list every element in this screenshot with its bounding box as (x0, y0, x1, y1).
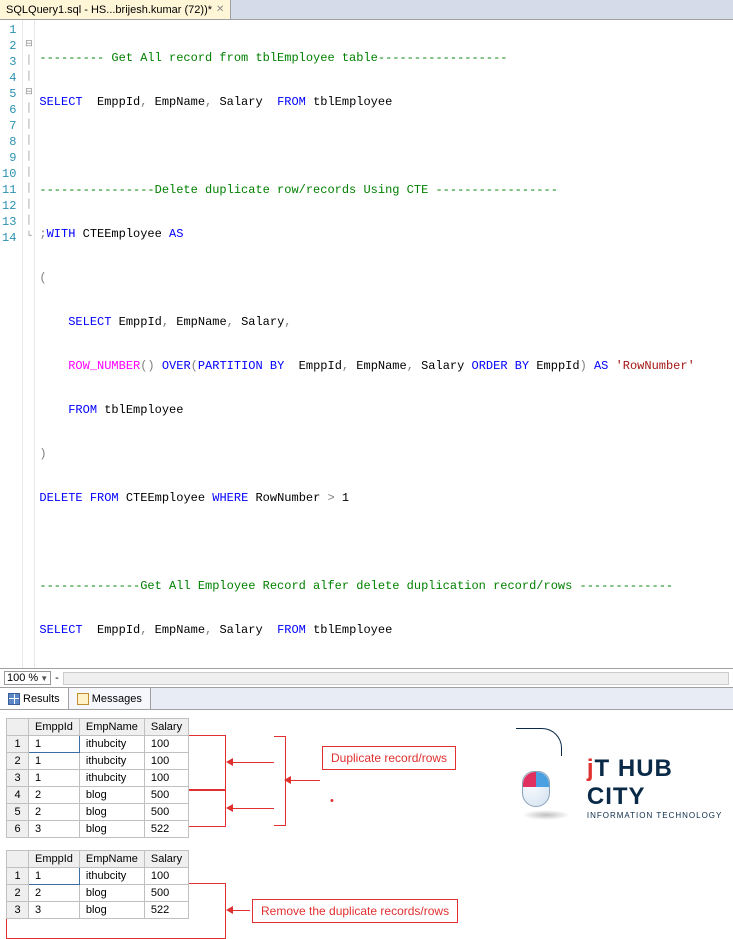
cell-salary[interactable]: 100 (144, 736, 188, 753)
table-row[interactable]: 42blog500 (7, 787, 189, 804)
editor-status-strip: 100 % ▼ - (0, 669, 733, 688)
col-empname[interactable]: EmpName (79, 719, 144, 736)
table-row[interactable]: 11ithubcity100 (7, 868, 189, 885)
cell-emppid[interactable]: 3 (29, 902, 80, 919)
col-emppid[interactable]: EmppId (29, 719, 80, 736)
zoom-dropdown[interactable]: 100 % ▼ (4, 671, 51, 685)
table-row[interactable]: 33blog522 (7, 902, 189, 919)
cell-emppid[interactable]: 1 (29, 753, 80, 770)
tab-messages[interactable]: Messages (69, 688, 151, 709)
table-row[interactable]: 52blog500 (7, 804, 189, 821)
horizontal-scrollbar[interactable] (63, 672, 729, 685)
results-panel: EmppId EmpName Salary 11ithubcity10021it… (0, 710, 733, 927)
cell-empname[interactable]: ithubcity (79, 770, 144, 787)
cell-empname[interactable]: blog (79, 885, 144, 902)
code-area[interactable]: --------- Get All record from tblEmploye… (35, 20, 733, 668)
cell-emppid[interactable]: 1 (29, 736, 80, 753)
cell-empname[interactable]: blog (79, 787, 144, 804)
ithubcity-logo: jT HUB CITY INFORMATION TECHNOLOGY (522, 750, 727, 830)
annotation-removed-label: Remove the duplicate records/rows (252, 899, 458, 923)
document-tab-bar: SQLQuery1.sql - HS...brijesh.kumar (72))… (0, 0, 733, 20)
zoom-dash: - (55, 672, 59, 684)
row-number: 2 (7, 753, 29, 770)
cell-emppid[interactable]: 1 (29, 868, 80, 885)
cell-emppid[interactable]: 2 (29, 885, 80, 902)
sql-editor[interactable]: 1234567 891011121314 ⊟││⊟││ ││││││└ ----… (0, 20, 733, 669)
cell-emppid[interactable]: 1 (29, 770, 80, 787)
cell-salary[interactable]: 100 (144, 753, 188, 770)
cell-salary[interactable]: 100 (144, 770, 188, 787)
row-number: 5 (7, 804, 29, 821)
red-dot: • (330, 795, 334, 807)
code-fold-gutter: ⊟││⊟││ ││││││└ (23, 20, 35, 668)
cell-salary[interactable]: 100 (144, 868, 188, 885)
cell-empname[interactable]: ithubcity (79, 736, 144, 753)
cell-emppid[interactable]: 3 (29, 821, 80, 838)
chevron-down-icon: ▼ (40, 674, 48, 683)
table-row[interactable]: 21ithubcity100 (7, 753, 189, 770)
cell-empname[interactable]: blog (79, 902, 144, 919)
table-row[interactable]: 31ithubcity100 (7, 770, 189, 787)
cell-empname[interactable]: blog (79, 821, 144, 838)
row-number: 1 (7, 736, 29, 753)
row-number: 3 (7, 770, 29, 787)
results-grid-1[interactable]: EmppId EmpName Salary 11ithubcity10021it… (6, 718, 189, 838)
row-number: 4 (7, 787, 29, 804)
col-empname[interactable]: EmpName (79, 851, 144, 868)
tab-results-label: Results (23, 693, 60, 705)
table-header-row: EmppId EmpName Salary (7, 851, 189, 868)
close-icon[interactable]: ✕ (216, 4, 224, 15)
col-salary[interactable]: Salary (144, 851, 188, 868)
zoom-value: 100 % (7, 672, 38, 684)
row-number: 2 (7, 885, 29, 902)
cell-empname[interactable]: ithubcity (79, 868, 144, 885)
annotation-duplicate-label: Duplicate record/rows (322, 746, 456, 770)
tab-messages-label: Messages (92, 693, 142, 705)
document-tab[interactable]: SQLQuery1.sql - HS...brijesh.kumar (72))… (0, 0, 231, 19)
cell-empname[interactable]: blog (79, 804, 144, 821)
results-tab-bar: Results Messages (0, 688, 733, 710)
row-number: 6 (7, 821, 29, 838)
cell-emppid[interactable]: 2 (29, 804, 80, 821)
cell-salary[interactable]: 522 (144, 821, 188, 838)
table-row[interactable]: 63blog522 (7, 821, 189, 838)
cell-salary[interactable]: 500 (144, 885, 188, 902)
table-header-row: EmppId EmpName Salary (7, 719, 189, 736)
table-row[interactable]: 11ithubcity100 (7, 736, 189, 753)
row-number: 1 (7, 868, 29, 885)
col-salary[interactable]: Salary (144, 719, 188, 736)
cell-salary[interactable]: 500 (144, 804, 188, 821)
cell-empname[interactable]: ithubcity (79, 753, 144, 770)
tab-results[interactable]: Results (0, 688, 69, 709)
document-tab-title: SQLQuery1.sql - HS...brijesh.kumar (72))… (6, 4, 212, 16)
cell-emppid[interactable]: 2 (29, 787, 80, 804)
grid-icon (8, 693, 20, 705)
cell-salary[interactable]: 500 (144, 787, 188, 804)
row-number: 3 (7, 902, 29, 919)
table-row[interactable]: 22blog500 (7, 885, 189, 902)
cell-salary[interactable]: 522 (144, 902, 188, 919)
col-emppid[interactable]: EmppId (29, 851, 80, 868)
results-grid-2[interactable]: EmppId EmpName Salary 11ithubcity10022bl… (6, 850, 189, 919)
line-number-gutter: 1234567 891011121314 (0, 20, 23, 668)
messages-icon (77, 693, 89, 705)
